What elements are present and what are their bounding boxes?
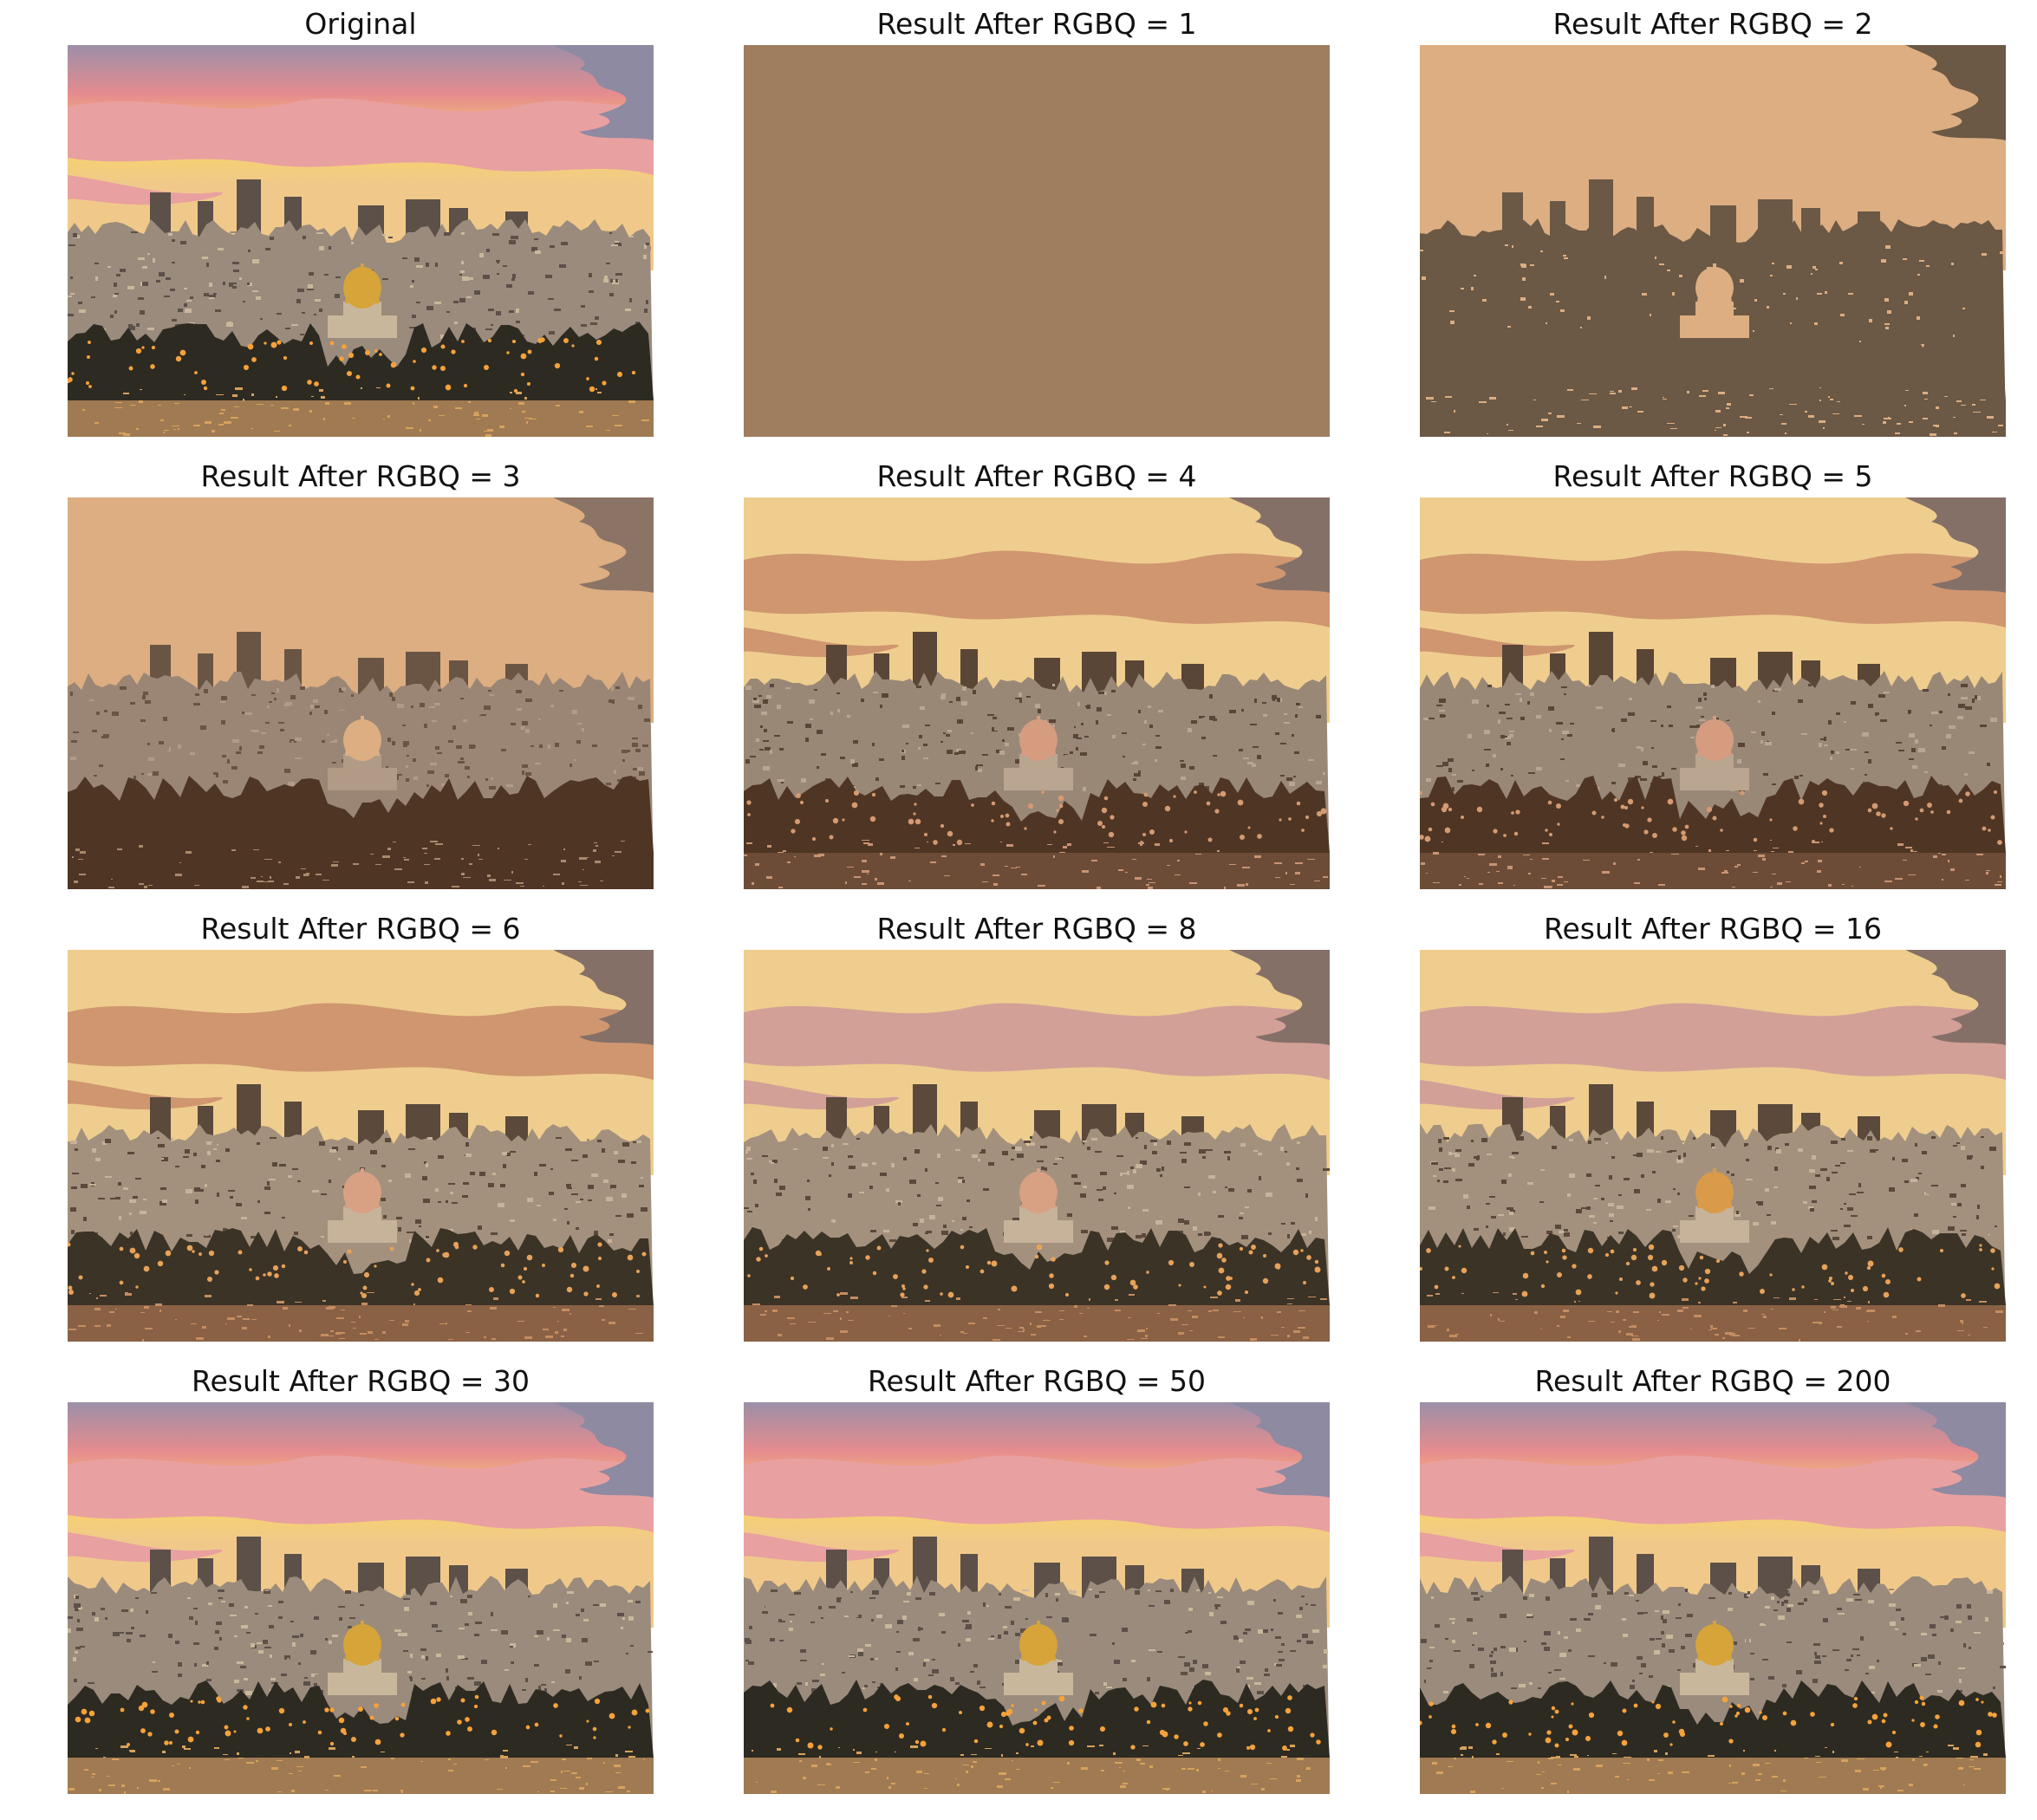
panel-title: Original xyxy=(304,7,417,41)
panel-original: Original xyxy=(68,5,654,442)
jerusalem-image xyxy=(1420,45,2006,437)
panel-title: Result After RGBQ = 30 xyxy=(192,1364,530,1398)
foreground xyxy=(1420,1305,2006,1342)
jerusalem-image xyxy=(1420,1402,2006,1794)
jerusalem-image xyxy=(744,497,1330,889)
jerusalem-image xyxy=(68,1402,654,1794)
panel-rgbq-2: Result After RGBQ = 2 xyxy=(1420,5,2006,442)
foreground xyxy=(68,853,654,889)
panel-title: Result After RGBQ = 50 xyxy=(868,1364,1206,1398)
jerusalem-image xyxy=(68,497,654,889)
foreground xyxy=(1420,1758,2006,1794)
panel-rgbq-50: Result After RGBQ = 50 xyxy=(744,1362,1330,1799)
panel-title: Result After RGBQ = 4 xyxy=(876,459,1197,493)
jerusalem-image xyxy=(1420,950,2006,1342)
jerusalem-image xyxy=(68,45,654,437)
panel-rgbq-4: Result After RGBQ = 4 xyxy=(744,458,1330,894)
panel-rgbq-200: Result After RGBQ = 200 xyxy=(1420,1362,2006,1799)
jerusalem-image xyxy=(744,1402,1330,1794)
panel-rgbq-8: Result After RGBQ = 8 xyxy=(744,910,1330,1347)
panel-rgbq-16: Result After RGBQ = 16 xyxy=(1420,910,2006,1347)
panel-title: Result After RGBQ = 5 xyxy=(1552,459,1873,493)
panel-title: Result After RGBQ = 3 xyxy=(200,459,521,493)
panel-title: Result After RGBQ = 16 xyxy=(1544,912,1882,946)
panel-rgbq-30: Result After RGBQ = 30 xyxy=(68,1362,654,1799)
jerusalem-image xyxy=(68,950,654,1342)
jerusalem-image xyxy=(744,950,1330,1342)
foreground xyxy=(1420,853,2006,889)
foreground xyxy=(744,853,1330,889)
jerusalem-image xyxy=(744,45,1330,437)
jerusalem-image xyxy=(1420,497,2006,889)
panel-title: Result After RGBQ = 2 xyxy=(1552,7,1873,41)
panel-title: Result After RGBQ = 200 xyxy=(1534,1364,1891,1398)
flat-color-fill xyxy=(744,45,1330,437)
panel-title: Result After RGBQ = 6 xyxy=(200,912,521,946)
panel-title: Result After RGBQ = 8 xyxy=(876,912,1197,946)
panel-rgbq-6: Result After RGBQ = 6 xyxy=(68,910,654,1347)
foreground xyxy=(68,400,654,437)
foreground xyxy=(1420,400,2006,437)
panel-rgbq-3: Result After RGBQ = 3 xyxy=(68,458,654,894)
panel-rgbq-1: Result After RGBQ = 1 xyxy=(744,5,1330,442)
panel-title: Result After RGBQ = 1 xyxy=(876,7,1197,41)
panel-rgbq-5: Result After RGBQ = 5 xyxy=(1420,458,2006,894)
foreground xyxy=(744,1305,1330,1342)
